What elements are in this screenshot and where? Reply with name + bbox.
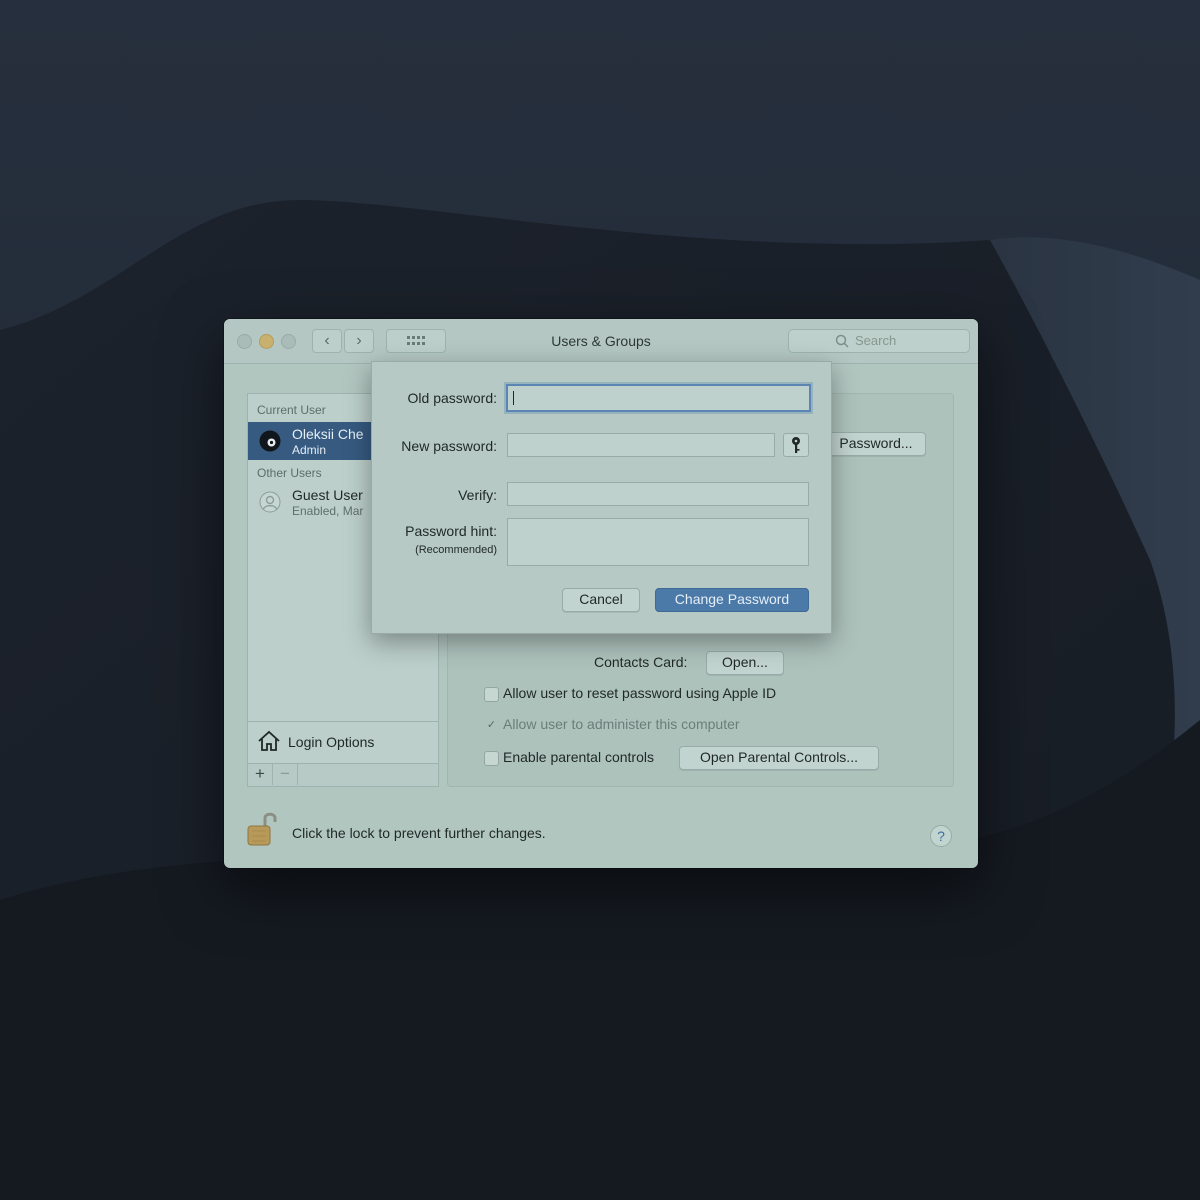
other-users-header: Other Users [257,466,322,480]
remove-user-button[interactable]: − [273,764,298,785]
old-password-label: Old password: [407,390,497,406]
sidebar-footer: + − [248,763,438,786]
parental-controls-label: Enable parental controls [503,749,654,765]
change-password-button[interactable]: Password... [826,432,926,456]
text-caret [513,391,514,405]
password-hint-field[interactable] [507,518,809,566]
administer-label: Allow user to administer this computer [503,716,740,732]
parental-controls-checkbox[interactable] [484,751,499,766]
old-password-field[interactable] [506,384,811,412]
help-button[interactable]: ? [930,825,952,847]
user-avatar-icon [259,430,281,452]
guest-user-status: Enabled, Mar [292,504,364,518]
users-groups-window: ‹ › Users & Groups Search Current User O… [224,319,978,868]
key-icon [792,437,800,453]
cancel-button[interactable]: Cancel [562,588,640,612]
password-hint-label: Password hint: [405,523,497,539]
reset-password-label: Allow user to reset password using Apple… [503,685,777,701]
password-assistant-button[interactable] [783,433,809,457]
new-password-label: New password: [401,438,497,454]
checkmark-icon: ✓ [486,719,497,731]
open-contacts-button[interactable]: Open... [706,651,784,675]
current-user-name: Oleksii Che [292,426,364,442]
new-password-field[interactable] [507,433,775,457]
change-password-confirm-button[interactable]: Change Password [655,588,809,612]
login-options-row[interactable]: Login Options [248,721,438,762]
search-field[interactable]: Search [788,329,970,353]
lock-open-icon[interactable] [244,808,278,848]
guest-avatar-icon [259,491,281,513]
verify-label: Verify: [458,487,497,503]
open-parental-controls-button[interactable]: Open Parental Controls... [679,746,879,770]
search-placeholder: Search [855,333,897,348]
guest-user-name: Guest User [292,487,363,503]
change-password-sheet: Old password: New password: Verify: Pass… [371,361,832,634]
house-icon [258,730,280,751]
reset-password-checkbox[interactable] [484,687,499,702]
verify-field[interactable] [507,482,809,506]
current-user-role: Admin [292,443,327,457]
password-hint-sublabel: (Recommended) [415,544,497,556]
login-options-label: Login Options [288,734,375,750]
contacts-card-label: Contacts Card: [594,654,688,670]
title-bar: ‹ › Users & Groups Search [224,319,978,364]
administer-checkbox[interactable]: ✓ [484,718,499,733]
current-user-header: Current User [257,403,326,417]
add-user-button[interactable]: + [248,764,273,785]
search-icon [835,334,849,348]
lock-status-text: Click the lock to prevent further change… [292,825,546,841]
